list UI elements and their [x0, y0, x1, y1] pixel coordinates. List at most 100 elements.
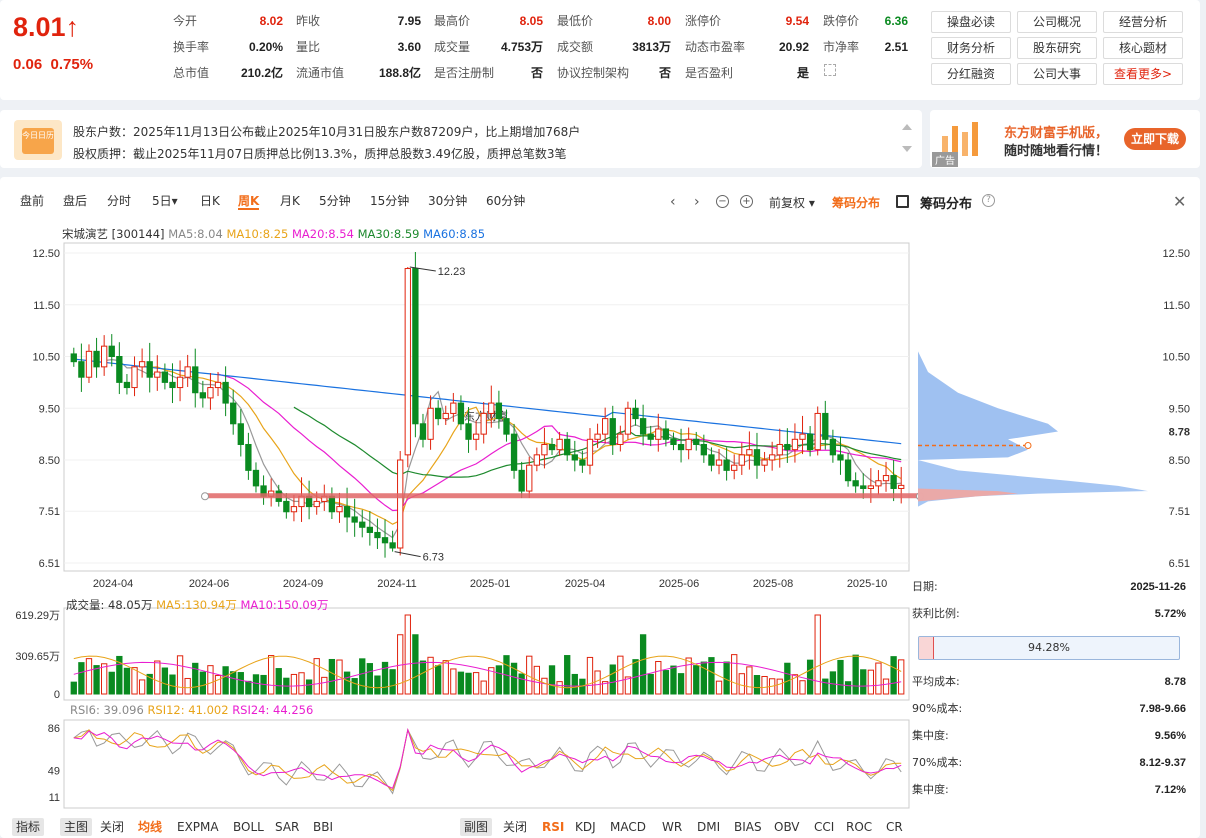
indicator-tab[interactable]: SAR: [275, 818, 299, 836]
sub-indicator-tab[interactable]: KDJ: [575, 818, 596, 836]
scroll-down-icon[interactable]: [902, 146, 912, 152]
indicator-tab[interactable]: BOLL: [233, 818, 264, 836]
indicator-tab[interactable]: 均线: [138, 818, 162, 836]
close-icon[interactable]: ✕: [1173, 192, 1186, 211]
stat-value: 否: [658, 66, 671, 80]
stat-value: 210.2亿: [240, 66, 283, 80]
chips-stat-value: 5.72%: [1154, 608, 1186, 620]
indicator-tab[interactable]: 关闭: [100, 818, 124, 836]
quick-link-button[interactable]: 核心题材: [1103, 37, 1183, 59]
stat-value: 3813万: [632, 40, 671, 54]
period-tab[interactable]: 日K: [200, 192, 220, 210]
period-tab[interactable]: 5分钟: [319, 192, 351, 210]
stat-value: 0.20%: [248, 40, 283, 54]
ma60-label: MA60:8.85: [423, 227, 486, 241]
volume-legend: 成交量: 48.05万 MA5:130.94万 MA10:150.09万: [66, 597, 329, 613]
chips-stat-value: 8.78: [1164, 676, 1186, 688]
period-tab[interactable]: 5日▾: [152, 192, 178, 210]
profit-ratio-bar: 94.28%: [918, 636, 1180, 660]
sub-indicator-tab[interactable]: OBV: [774, 818, 800, 836]
chips-toggle-button[interactable]: 筹码分布: [832, 194, 880, 211]
ma20-label: MA20:8.54: [292, 227, 354, 241]
stat-value: 8.02: [259, 14, 283, 28]
period-tab[interactable]: 盘后: [63, 192, 87, 210]
stat-label: 量比: [296, 40, 321, 54]
notice-line-1[interactable]: 股东户数：2025年11月13日公布截止2025年10月31日股东户数87209…: [73, 123, 580, 140]
indicator-tab[interactable]: 主图: [60, 818, 93, 836]
quick-link-button[interactable]: 经营分析: [1103, 11, 1183, 33]
sub-indicator-tab[interactable]: 副图: [460, 818, 493, 836]
fullscreen-icon[interactable]: [896, 195, 909, 208]
volume-label: 成交量: 48.05万: [66, 598, 153, 612]
chips-stat-label: 70%成本:: [912, 756, 963, 769]
indicator-tab[interactable]: 指标: [12, 818, 45, 836]
period-tab[interactable]: 月K: [280, 192, 300, 210]
sub-indicator-tab[interactable]: CCI: [814, 818, 834, 836]
period-tab[interactable]: 周K: [238, 192, 260, 210]
period-tab[interactable]: 60分钟: [486, 192, 525, 210]
sub-indicator-tab[interactable]: CR: [886, 818, 903, 836]
stat-label: 最高价: [434, 14, 471, 28]
ad-title: 东方财富手机版，: [1004, 126, 1109, 141]
zoom-in-icon[interactable]: +: [740, 195, 753, 208]
period-tab[interactable]: 15分钟: [370, 192, 409, 210]
profit-bar-text: 94.28%: [1028, 641, 1070, 654]
sub-indicator-tab[interactable]: WR: [662, 818, 682, 836]
stat-label: 流通市值: [296, 66, 345, 80]
chips-stat-value: 7.98-9.66: [1139, 703, 1186, 715]
ma5-label: MA5:8.04: [168, 227, 223, 241]
help-icon[interactable]: ?: [982, 194, 995, 207]
stat-value: 188.8亿: [378, 66, 421, 80]
indicator-tab[interactable]: EXPMA: [177, 818, 219, 836]
ma30-label: MA30:8.59: [357, 227, 420, 241]
stock-name: 宋城演艺 [300144]: [62, 227, 165, 241]
stat-value: 4.753万: [500, 40, 543, 54]
sub-indicator-tab[interactable]: BIAS: [734, 818, 762, 836]
stat-label: 是否盈利: [685, 66, 734, 80]
price-change: 0.06 0.75%: [13, 56, 94, 73]
stat-value: 否: [530, 66, 543, 80]
chips-stat-label: 获利比例:: [912, 607, 960, 620]
nav-right-icon[interactable]: ›: [694, 194, 700, 210]
zoom-out-icon[interactable]: −: [716, 195, 729, 208]
volume-ma10-label: MA10:150.09万: [240, 598, 329, 612]
download-button[interactable]: 立即下载: [1124, 128, 1186, 150]
chips-stat-value: 8.12-9.37: [1139, 757, 1186, 769]
rsi24-label: RSI24: 44.256: [232, 703, 314, 717]
chips-stat-label: 集中度:: [912, 783, 949, 796]
sub-indicator-tab[interactable]: RSI: [542, 818, 564, 836]
chips-stat-value: 2025-11-26: [1130, 581, 1186, 593]
app-ad-banner[interactable]: 广告 东方财富手机版， 随时随地看行情！ 立即下载: [930, 110, 1200, 168]
stat-value: 8.00: [647, 14, 671, 28]
stat-label: 总市值: [173, 66, 210, 80]
indicator-tab[interactable]: BBI: [313, 818, 333, 836]
stat-label: 换手率: [173, 40, 210, 54]
period-tab[interactable]: 盘前: [20, 192, 44, 210]
sub-indicator-tab[interactable]: DMI: [697, 818, 720, 836]
chips-stat-label: 集中度:: [912, 729, 949, 742]
quick-link-button[interactable]: 财务分析: [931, 37, 1011, 59]
quick-link-button[interactable]: 查看更多>: [1103, 63, 1183, 85]
stat-value: 9.54: [785, 14, 809, 28]
scroll-up-icon[interactable]: [902, 124, 912, 130]
expand-icon[interactable]: [824, 64, 836, 76]
period-tab[interactable]: 分时: [107, 192, 131, 210]
quick-link-button[interactable]: 公司大事: [1017, 63, 1097, 85]
ad-subtitle: 随时随地看行情！: [1004, 144, 1109, 159]
period-tab[interactable]: 30分钟: [428, 192, 467, 210]
sub-indicator-tab[interactable]: ROC: [846, 818, 872, 836]
quick-link-button[interactable]: 公司概况: [1017, 11, 1097, 33]
rsi-legend: RSI6: 39.096 RSI12: 41.002 RSI24: 44.256: [70, 703, 313, 717]
quick-link-button[interactable]: 分红融资: [931, 63, 1011, 85]
adjust-select[interactable]: 前复权 ▾: [769, 194, 815, 211]
stat-label: 成交额: [557, 40, 594, 54]
sub-indicator-tab[interactable]: MACD: [610, 818, 646, 836]
nav-left-icon[interactable]: ‹: [670, 194, 676, 210]
quick-link-button[interactable]: 股东研究: [1017, 37, 1097, 59]
stat-label: 涨停价: [685, 14, 722, 28]
quick-link-button[interactable]: 操盘必读: [931, 11, 1011, 33]
stat-value: 6.36: [884, 14, 908, 28]
notice-line-2[interactable]: 股权质押：截止2025年11月07日质押总比例13.3%，质押总股数3.49亿股…: [73, 145, 567, 162]
chips-stat-label: 日期:: [912, 580, 938, 593]
sub-indicator-tab[interactable]: 关闭: [503, 818, 527, 836]
